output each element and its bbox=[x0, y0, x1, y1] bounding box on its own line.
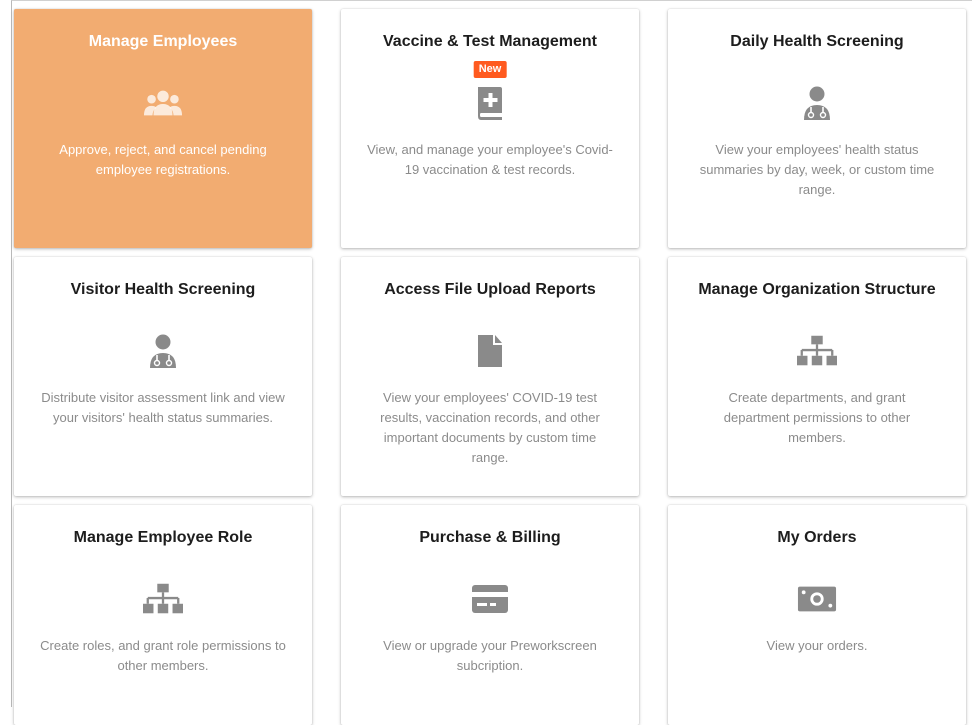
card-description: Create departments, and grant department… bbox=[723, 390, 911, 445]
card-visitor-health-screening[interactable]: Visitor Health Screening Distribute visi… bbox=[14, 257, 312, 496]
dashboard-grid: Manage Employees Approve, reject, and ca… bbox=[14, 9, 966, 725]
card-vaccine-test-management[interactable]: Vaccine & Test Management New View, and … bbox=[341, 9, 639, 248]
new-badge: New bbox=[473, 61, 507, 78]
money-icon bbox=[797, 581, 837, 617]
org-chart-icon bbox=[797, 333, 837, 369]
org-chart-icon bbox=[143, 581, 183, 617]
card-description: View your employees' COVID-19 test resul… bbox=[380, 390, 600, 465]
card-title: Visitor Health Screening bbox=[70, 281, 256, 298]
card-my-orders[interactable]: My Orders View your orders. bbox=[668, 505, 966, 725]
card-title: Daily Health Screening bbox=[730, 33, 904, 50]
card-manage-organization-structure[interactable]: Manage Organization Structure Create dep… bbox=[668, 257, 966, 496]
card-description: Create roles, and grant role permissions… bbox=[40, 638, 286, 673]
card-title: Purchase & Billing bbox=[419, 529, 561, 546]
card-title: Vaccine & Test Management bbox=[383, 33, 597, 50]
card-description: Distribute visitor assessment link and v… bbox=[41, 390, 285, 425]
card-access-file-upload-reports[interactable]: Access File Upload Reports View your emp… bbox=[341, 257, 639, 496]
card-title: My Orders bbox=[777, 529, 857, 546]
card-description: Approve, reject, and cancel pending empl… bbox=[59, 142, 267, 177]
users-icon bbox=[143, 85, 183, 121]
card-manage-employees[interactable]: Manage Employees Approve, reject, and ca… bbox=[14, 9, 312, 248]
card-title: Access File Upload Reports bbox=[384, 281, 596, 298]
card-daily-health-screening[interactable]: Daily Health Screening View your employe… bbox=[668, 9, 966, 248]
card-title: Manage Employee Role bbox=[73, 529, 253, 546]
doctor-icon bbox=[797, 85, 837, 121]
card-manage-employee-role[interactable]: Manage Employee Role Create roles, and g… bbox=[14, 505, 312, 725]
card-description: View your employees' health status summa… bbox=[699, 142, 935, 197]
card-title: Manage Organization Structure bbox=[698, 281, 936, 298]
card-title: Manage Employees bbox=[88, 33, 238, 50]
credit-card-icon bbox=[470, 581, 510, 617]
card-description: View or upgrade your Preworkscreen subcr… bbox=[383, 638, 597, 673]
medical-book-icon bbox=[470, 85, 510, 121]
doctor-icon bbox=[143, 333, 183, 369]
card-description: View, and manage your employee's Covid-1… bbox=[367, 142, 613, 177]
file-icon bbox=[470, 333, 510, 369]
card-description: View your orders. bbox=[766, 638, 868, 653]
card-purchase-billing[interactable]: Purchase & Billing View or upgrade your … bbox=[341, 505, 639, 725]
